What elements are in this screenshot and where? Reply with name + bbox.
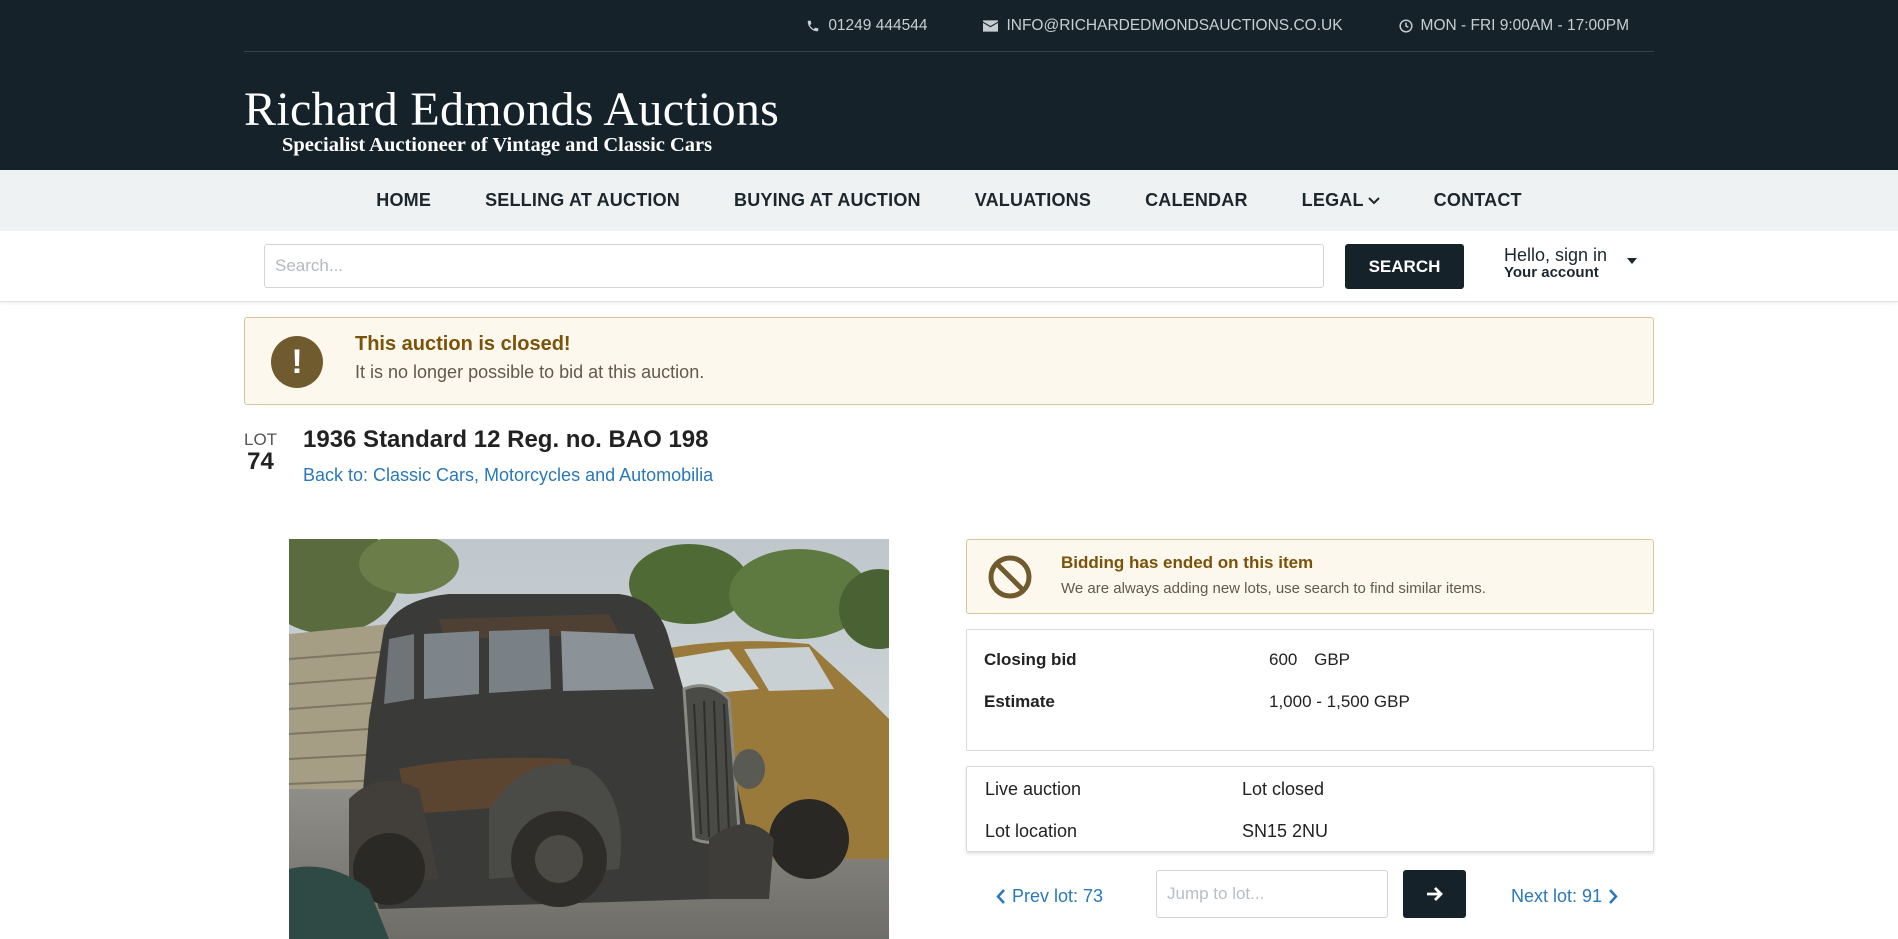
phone-contact[interactable]: 01249 444544 xyxy=(806,17,927,35)
logo-subtitle: Specialist Auctioneer of Vintage and Cla… xyxy=(282,134,713,156)
chevron-down-icon xyxy=(1367,196,1380,204)
back-to-auction-link[interactable]: Back to: Classic Cars, Motorcycles and A… xyxy=(303,465,713,486)
phone-number: 01249 444544 xyxy=(828,16,928,34)
caret-down-icon xyxy=(1627,258,1637,264)
jump-to-lot-input[interactable] xyxy=(1156,870,1388,918)
nav-selling[interactable]: SELLING AT AUCTION xyxy=(458,190,707,211)
nav-valuations[interactable]: VALUATIONS xyxy=(948,190,1118,211)
car-photo-image xyxy=(289,539,889,939)
search-bar: SEARCH Hello, sign in Your account xyxy=(0,231,1898,302)
email-address: INFO@RICHARDEDMONDSAUCTIONS.CO.UK xyxy=(1006,16,1343,34)
nav-calendar[interactable]: CALENDAR xyxy=(1118,190,1275,211)
arrow-right-icon xyxy=(1426,887,1443,901)
estimate-value: 1,000 - 1,500 GBP xyxy=(1269,692,1410,711)
live-auction-label: Live auction xyxy=(985,779,1082,799)
next-lot-link[interactable]: Next lot: 91 xyxy=(1511,886,1618,907)
live-auction-value: Lot closed xyxy=(1242,779,1325,799)
search-button[interactable]: SEARCH xyxy=(1345,244,1464,289)
lot-label: LOT xyxy=(244,430,278,449)
alert-message: It is no longer possible to bid at this … xyxy=(355,362,705,382)
lot-page: ! This auction is closed! It is no longe… xyxy=(244,302,1654,939)
nav-contact[interactable]: CONTACT xyxy=(1407,190,1549,211)
nav-legal[interactable]: LEGAL xyxy=(1275,190,1407,211)
contact-bar: 01249 444544 INFO@RICHARDEDMONDSAUCTIONS… xyxy=(244,0,1654,52)
opening-hours: MON - FRI 9:00AM - 17:00PM xyxy=(1398,16,1629,35)
lot-title: 1936 Standard 12 Reg. no. BAO 198 xyxy=(303,426,709,453)
lot-location-value: SN15 2NU xyxy=(1242,821,1329,841)
logo-title: Richard Edmonds Auctions xyxy=(244,83,780,136)
phone-icon xyxy=(808,20,819,31)
bid-info-card: Closing bid 600 GBP Estimate 1,000 - 1,5… xyxy=(966,629,1654,751)
exclamation-icon: ! xyxy=(271,336,323,388)
nav-home[interactable]: HOME xyxy=(349,190,458,211)
closing-bid-value: 600 GBP xyxy=(1269,650,1350,670)
prev-lot-label: Prev lot: 73 xyxy=(1012,886,1104,906)
site-header: 01249 444544 INFO@RICHARDEDMONDSAUCTIONS… xyxy=(0,0,1898,170)
estimate-label: Estimate xyxy=(984,692,1055,711)
main-navigation: HOME SELLING AT AUCTION BUYING AT AUCTIO… xyxy=(0,170,1898,231)
search-input[interactable] xyxy=(264,244,1324,288)
chevron-left-icon xyxy=(996,889,1005,904)
next-lot-label: Next lot: 91 xyxy=(1511,886,1603,906)
email-contact[interactable]: INFO@RICHARDEDMONDSAUCTIONS.CO.UK xyxy=(983,16,1343,35)
bidding-ended-notice: Bidding has ended on this item We are al… xyxy=(966,539,1654,614)
alert-title: This auction is closed! xyxy=(355,333,571,355)
hours-text: MON - FRI 9:00AM - 17:00PM xyxy=(1420,16,1629,34)
chevron-right-icon xyxy=(1609,889,1618,904)
auction-closed-alert: ! This auction is closed! It is no longe… xyxy=(244,317,1654,405)
account-greeting: Hello, sign in xyxy=(1504,245,1608,265)
account-menu[interactable]: Hello, sign in Your account xyxy=(1504,245,1637,281)
lot-status-card: Live auction Lot closed Lot location SN1… xyxy=(966,766,1654,852)
ban-icon xyxy=(988,555,1032,599)
nav-legal-label: LEGAL xyxy=(1301,190,1364,210)
closing-bid-label: Closing bid xyxy=(984,650,1077,669)
jump-go-button[interactable] xyxy=(1403,870,1466,918)
prev-lot-link[interactable]: Prev lot: 73 xyxy=(996,886,1103,907)
lot-pager: Prev lot: 73 Next lot: 91 xyxy=(966,870,1654,930)
clock-icon xyxy=(1398,18,1413,33)
nav-buying[interactable]: BUYING AT AUCTION xyxy=(707,190,948,211)
bidding-ended-title: Bidding has ended on this item xyxy=(1061,553,1314,572)
bidding-ended-message: We are always adding new lots, use searc… xyxy=(1061,580,1486,597)
lot-number: 74 xyxy=(247,448,274,475)
site-logo[interactable]: Richard Edmonds Auctions Specialist Auct… xyxy=(244,86,779,157)
envelope-icon xyxy=(983,19,999,32)
closing-bid-currency: GBP xyxy=(1314,650,1351,669)
closing-bid-amount: 600 xyxy=(1269,650,1298,669)
account-label: Your account xyxy=(1504,264,1599,281)
lot-location-label: Lot location xyxy=(985,821,1078,841)
lot-photo[interactable] xyxy=(289,539,889,939)
